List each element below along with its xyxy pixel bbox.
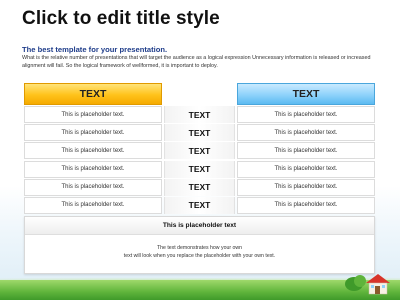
- left-cell[interactable]: This is placeholder text.: [24, 196, 162, 214]
- right-cell[interactable]: This is placeholder text.: [237, 124, 375, 142]
- bottom-text-box[interactable]: This is placeholder text The text demons…: [24, 216, 375, 274]
- middle-column: TEXT TEXT TEXT TEXT TEXT TEXT: [164, 106, 235, 215]
- grass-ground: [0, 280, 400, 300]
- right-cell[interactable]: This is placeholder text.: [237, 178, 375, 196]
- middle-cell[interactable]: TEXT: [164, 196, 235, 214]
- right-cell[interactable]: This is placeholder text.: [237, 160, 375, 178]
- house-icon: [345, 274, 390, 295]
- middle-cell[interactable]: TEXT: [164, 160, 235, 178]
- right-cell[interactable]: This is placeholder text.: [237, 196, 375, 214]
- left-cell[interactable]: This is placeholder text.: [24, 124, 162, 142]
- slide-title[interactable]: Click to edit title style: [22, 8, 220, 30]
- right-column: This is placeholder text. This is placeh…: [237, 106, 375, 215]
- slide-subtitle[interactable]: The best template for your presentation.: [22, 45, 167, 54]
- right-cell[interactable]: This is placeholder text.: [237, 106, 375, 123]
- bottom-box-line: The text demonstrates how your own: [156, 245, 243, 251]
- bottom-box-text[interactable]: The text demonstrates how your own text …: [25, 245, 374, 260]
- right-cell[interactable]: This is placeholder text.: [237, 142, 375, 160]
- middle-cell[interactable]: TEXT: [164, 106, 235, 123]
- bottom-box-heading[interactable]: This is placeholder text: [25, 217, 374, 235]
- right-header[interactable]: TEXT: [237, 83, 375, 105]
- left-cell[interactable]: This is placeholder text.: [24, 142, 162, 160]
- left-column: This is placeholder text. This is placeh…: [24, 106, 162, 215]
- middle-cell[interactable]: TEXT: [164, 142, 235, 160]
- middle-cell[interactable]: TEXT: [164, 124, 235, 142]
- left-cell[interactable]: This is placeholder text.: [24, 106, 162, 123]
- left-cell[interactable]: This is placeholder text.: [24, 160, 162, 178]
- slide-body-text[interactable]: What is the relative number of presentat…: [22, 55, 382, 70]
- left-header[interactable]: TEXT: [24, 83, 162, 105]
- left-cell[interactable]: This is placeholder text.: [24, 178, 162, 196]
- middle-cell[interactable]: TEXT: [164, 178, 235, 196]
- bottom-box-line: text will look when you replace the plac…: [123, 252, 276, 259]
